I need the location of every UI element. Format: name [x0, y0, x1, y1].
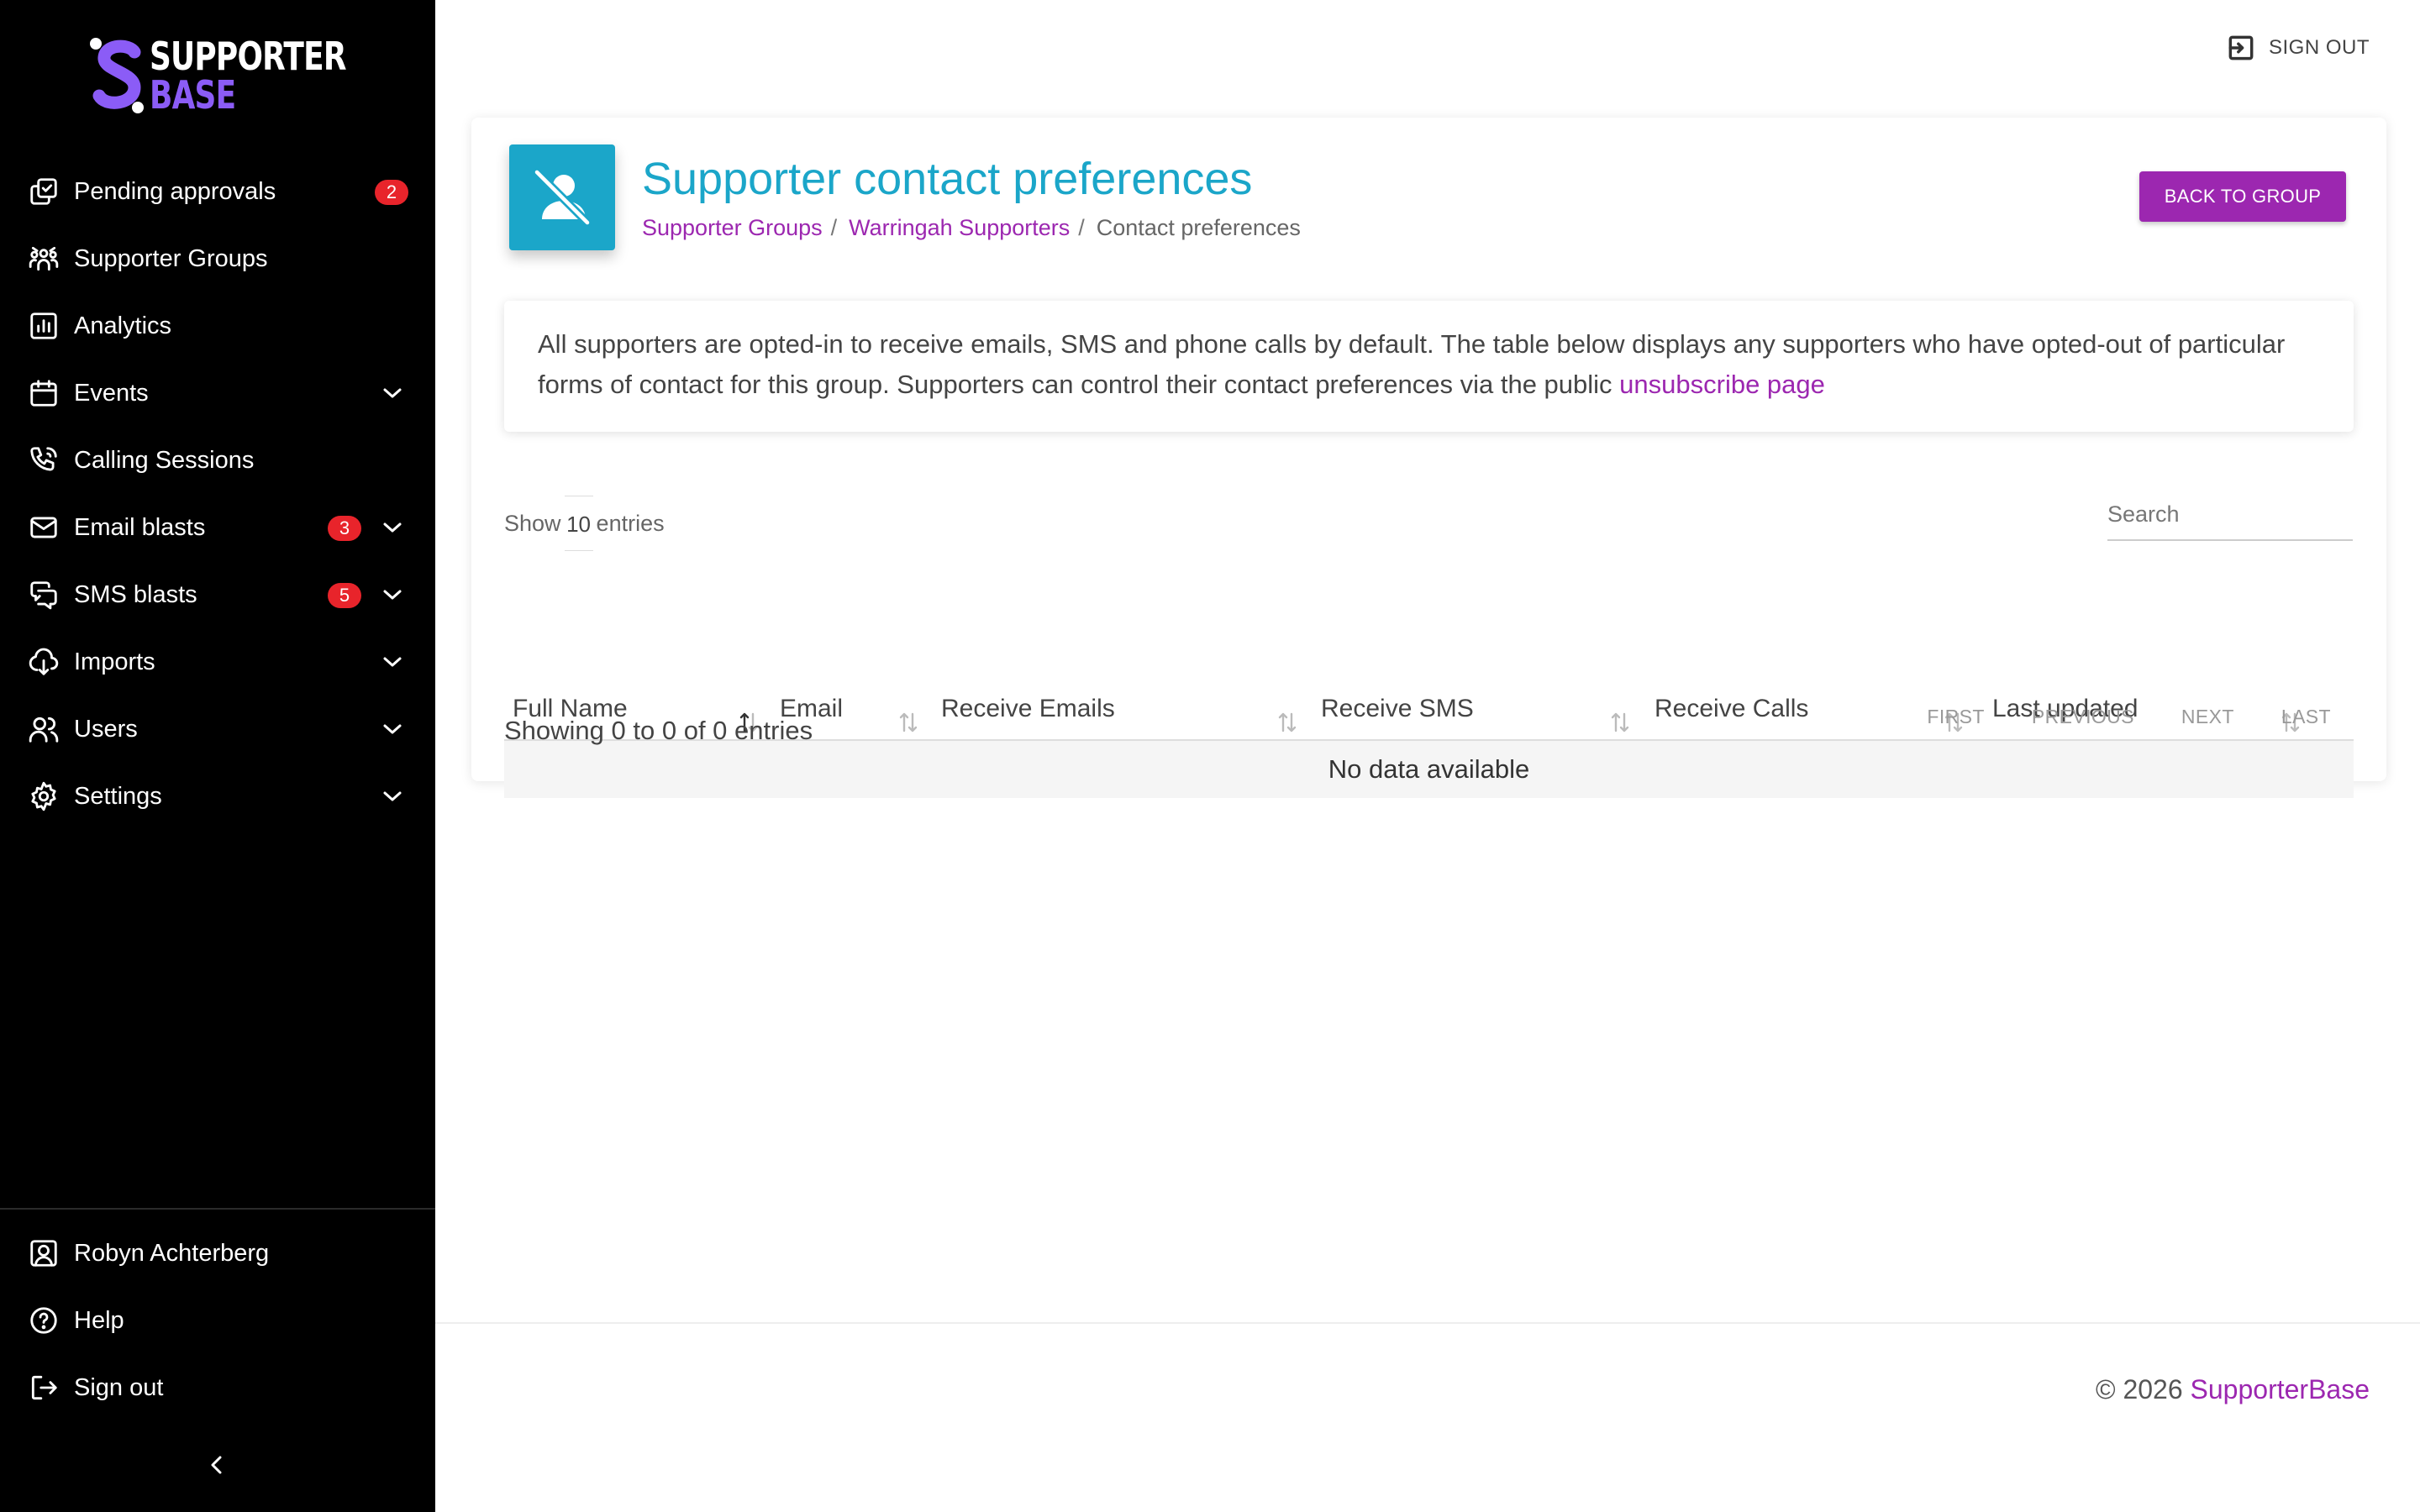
pagination-first[interactable]: FIRST [1927, 706, 1984, 728]
show-label: Show [504, 510, 561, 536]
gear-icon [27, 780, 60, 813]
sidebar-item-label: Sign out [74, 1373, 164, 1401]
sidebar-item-label: Events [74, 379, 149, 407]
sidebar-item-supporter-groups[interactable]: Supporter Groups [0, 225, 435, 292]
email-count-badge: 3 [328, 516, 361, 541]
sidebar-item-label: SMS blasts [74, 580, 197, 608]
chevron-down-icon[interactable] [381, 517, 403, 538]
sidebar-item-analytics[interactable]: Analytics [0, 292, 435, 360]
contact-preferences-card: Supporter contact preferences Supporter … [471, 118, 2386, 798]
account-icon [27, 1236, 60, 1270]
pagination-last[interactable]: LAST [2281, 706, 2331, 728]
phone-icon [27, 444, 60, 477]
sort-icon [1275, 697, 1300, 732]
sidebar-item-label: Supporter Groups [74, 244, 268, 272]
sidebar: SUPPORTER BASE Pending approvals 2 Suppo… [0, 0, 435, 1512]
sidebar-item-imports[interactable]: Imports [0, 628, 435, 696]
breadcrumb-supporter-groups[interactable]: Supporter Groups [642, 215, 823, 240]
sidebar-nav: Pending approvals 2 Supporter Groups Ana… [0, 158, 435, 830]
column-header-label: Receive Emails [941, 695, 1115, 722]
help-icon [27, 1304, 60, 1337]
sidebar-item-pending-approvals[interactable]: Pending approvals 2 [0, 158, 435, 225]
column-header-receive-sms[interactable]: Receive SMS [1321, 679, 1657, 739]
show-entries-control: Show 10 entries [504, 496, 665, 551]
top-sign-out-button[interactable]: SIGN OUT [2225, 32, 2370, 64]
pagination: FIRST PREVIOUS NEXT LAST [1880, 706, 2331, 728]
sidebar-item-label: Imports [74, 648, 155, 675]
header-icon-badge [509, 144, 615, 250]
sidebar-divider [0, 1208, 435, 1210]
footer: © 2026 SupporterBase [2096, 1374, 2370, 1405]
supporterbase-footer-link[interactable]: SupporterBase [2191, 1374, 2370, 1404]
breadcrumb-current: Contact preferences [1096, 215, 1301, 240]
approvals-icon [27, 175, 60, 208]
sidebar-item-sms-blasts[interactable]: SMS blasts 5 [0, 561, 435, 628]
sidebar-item-label: Pending approvals [74, 177, 276, 205]
column-header-label: Receive Calls [1655, 695, 1809, 722]
sort-icon [1607, 697, 1633, 732]
search-input[interactable] [2107, 489, 2353, 541]
sidebar-item-help[interactable]: Help [0, 1287, 435, 1354]
sidebar-item-sign-out[interactable]: Sign out [0, 1354, 435, 1421]
chevron-left-icon [211, 1456, 222, 1474]
pagination-previous[interactable]: PREVIOUS [2032, 706, 2134, 728]
sidebar-item-settings[interactable]: Settings [0, 763, 435, 830]
supporterbase-logo[interactable]: SUPPORTER BASE [87, 35, 356, 116]
table-info: Showing 0 to 0 of 0 entries [504, 716, 813, 745]
collapse-sidebar-button[interactable] [202, 1450, 232, 1480]
info-box: All supporters are opted-in to receive e… [504, 301, 2354, 432]
sidebar-item-calling-sessions[interactable]: Calling Sessions [0, 427, 435, 494]
sort-icon [896, 697, 921, 732]
chevron-down-icon[interactable] [381, 585, 403, 605]
chevron-down-icon[interactable] [381, 383, 403, 403]
sidebar-item-label: Robyn Achterberg [74, 1239, 270, 1267]
chevron-down-icon[interactable] [381, 719, 403, 739]
pending-count-badge: 2 [375, 180, 408, 205]
unsubscribe-page-link[interactable]: unsubscribe page [1619, 370, 1825, 399]
footer-divider [435, 1322, 2420, 1324]
calendar-icon [27, 376, 60, 410]
sms-icon [27, 578, 60, 612]
column-header-label: Receive SMS [1321, 695, 1474, 722]
download-icon [27, 645, 60, 679]
sidebar-item-label: Users [74, 715, 138, 743]
entries-per-page-select[interactable]: 10 [564, 496, 593, 551]
copyright-text: © 2026 [2095, 1374, 2183, 1404]
logout-icon [27, 1371, 60, 1404]
sidebar-item-label: Analytics [74, 312, 172, 339]
info-text: All supporters are opted-in to receive e… [538, 329, 2286, 399]
groups-icon [27, 242, 60, 276]
entries-label: entries [596, 510, 665, 536]
sms-count-badge: 5 [328, 583, 361, 608]
page-title: Supporter contact preferences [642, 154, 1253, 204]
chevron-down-icon[interactable] [381, 786, 403, 806]
breadcrumb-separator: / [1078, 215, 1085, 240]
pagination-next[interactable]: NEXT [2181, 706, 2234, 728]
logo-wordmark: SUPPORTER BASE [150, 34, 346, 118]
sidebar-bottom-nav: Robyn Achterberg Help Sign out [0, 1220, 435, 1421]
person-off-icon [533, 168, 592, 227]
column-header-receive-emails[interactable]: Receive Emails [941, 679, 1302, 739]
sidebar-item-label: Email blasts [74, 513, 206, 541]
sidebar-item-events[interactable]: Events [0, 360, 435, 427]
table-empty-row: No data available [504, 741, 2354, 798]
breadcrumb-separator: / [830, 215, 838, 240]
logo-s-mark [90, 38, 144, 113]
sidebar-item-users[interactable]: Users [0, 696, 435, 763]
sidebar-item-label: Help [74, 1306, 124, 1334]
sidebar-item-label: Settings [74, 782, 162, 810]
users-icon [27, 712, 60, 746]
breadcrumb: Supporter Groups / Warringah Supporters / Co… [642, 215, 1301, 241]
top-sign-out-label: SIGN OUT [2268, 36, 2370, 59]
sign-out-icon [2228, 35, 2254, 60]
sidebar-item-account[interactable]: Robyn Achterberg [0, 1220, 435, 1287]
sidebar-item-email-blasts[interactable]: Email blasts 3 [0, 494, 435, 561]
breadcrumb-warringah-supporters[interactable]: Warringah Supporters [849, 215, 1070, 240]
back-to-group-button[interactable]: BACK TO GROUP [2139, 171, 2346, 222]
chevron-down-icon[interactable] [381, 652, 403, 672]
sidebar-item-label: Calling Sessions [74, 446, 255, 474]
analytics-icon [27, 309, 60, 343]
mail-icon [27, 511, 60, 544]
